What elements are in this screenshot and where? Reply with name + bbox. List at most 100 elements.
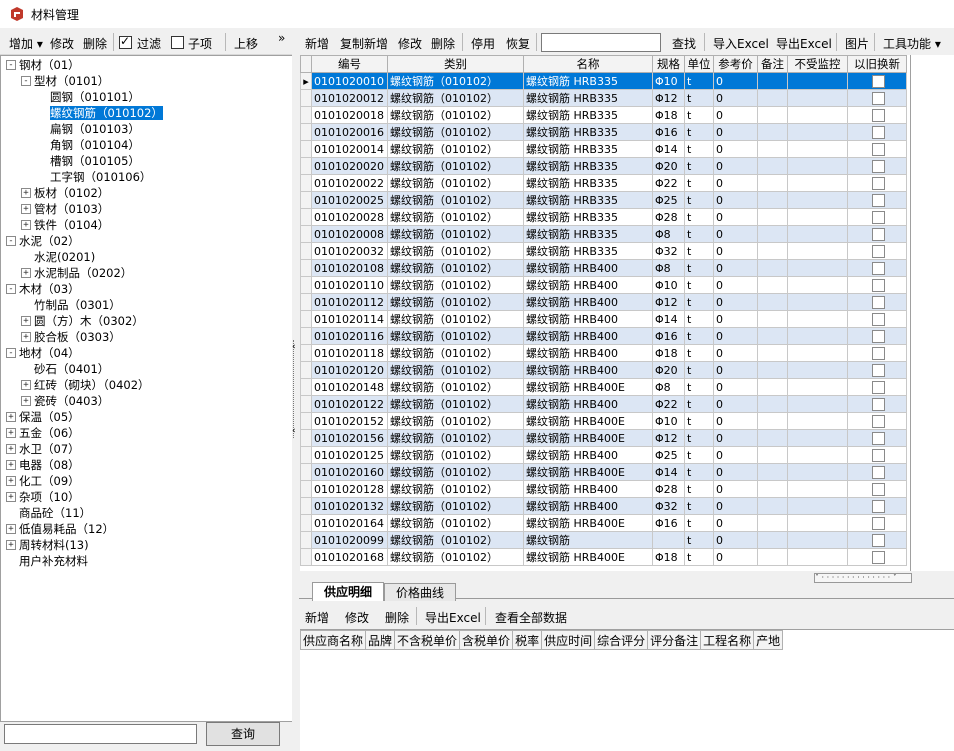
- cell-code[interactable]: 0101020152: [311, 412, 388, 430]
- cell-cat[interactable]: 螺纹钢筋（010102）: [387, 446, 524, 464]
- cell-spec[interactable]: Φ10: [652, 72, 685, 90]
- cell-price[interactable]: 0: [713, 191, 758, 209]
- cell-note[interactable]: [757, 276, 788, 294]
- cell-unmonitored[interactable]: [787, 174, 848, 192]
- cell-unit[interactable]: t: [684, 106, 714, 124]
- row-indicator[interactable]: [300, 497, 312, 515]
- trade-in-checkbox[interactable]: [871, 210, 885, 224]
- expand-icon[interactable]: +: [21, 380, 31, 390]
- cell-price[interactable]: 0: [713, 310, 758, 328]
- row-indicator[interactable]: [300, 174, 312, 192]
- tree-node[interactable]: 铁件（0104）: [34, 217, 109, 233]
- trade-in-checkbox[interactable]: [871, 278, 885, 292]
- row-indicator[interactable]: [300, 89, 312, 107]
- tree-node[interactable]: 扁钢（010103）: [50, 121, 140, 137]
- row-indicator[interactable]: [300, 429, 312, 447]
- cell-price[interactable]: 0: [713, 327, 758, 345]
- cell-note[interactable]: [757, 548, 788, 566]
- cell-name[interactable]: 螺纹钢筋 HRB335: [523, 72, 653, 90]
- copy-new-button[interactable]: 复制新增: [340, 35, 388, 52]
- cell-cat[interactable]: 螺纹钢筋（010102）: [387, 259, 524, 277]
- cell-unit[interactable]: t: [684, 514, 714, 532]
- cell-name[interactable]: 螺纹钢筋 HRB335: [523, 106, 653, 124]
- cell-cat[interactable]: 螺纹钢筋（010102）: [387, 225, 524, 243]
- table-row[interactable]: ▸ 0101020010 螺纹钢筋（010102） 螺纹钢筋 HRB335 Φ10 t 0: [300, 72, 907, 90]
- table-row[interactable]: 0101020116 螺纹钢筋（010102） 螺纹钢筋 HRB400 Φ16 t 0: [300, 327, 907, 345]
- cell-name[interactable]: 螺纹钢筋 HRB400E: [523, 429, 653, 447]
- cell-unmonitored[interactable]: [787, 446, 848, 464]
- cell-unit[interactable]: t: [684, 89, 714, 107]
- cell-unmonitored[interactable]: [787, 106, 848, 124]
- table-row[interactable]: 0101020120 螺纹钢筋（010102） 螺纹钢筋 HRB400 Φ20 t 0: [300, 361, 907, 379]
- cell-cat[interactable]: 螺纹钢筋（010102）: [387, 157, 524, 175]
- cell-note[interactable]: [757, 429, 788, 447]
- cell-code[interactable]: 0101020120: [311, 361, 388, 379]
- cell-cat[interactable]: 螺纹钢筋（010102）: [387, 480, 524, 498]
- row-indicator[interactable]: [300, 310, 312, 328]
- tree-node[interactable]: 杂项（10）: [19, 489, 80, 505]
- cell-unit[interactable]: t: [684, 531, 714, 549]
- find-input[interactable]: [541, 33, 661, 52]
- cell-price[interactable]: 0: [713, 463, 758, 481]
- expand-icon[interactable]: +: [21, 396, 31, 406]
- cell-note[interactable]: [757, 327, 788, 345]
- cell-spec[interactable]: Φ8: [652, 259, 685, 277]
- cell-name[interactable]: 螺纹钢筋 HRB335: [523, 174, 653, 192]
- tree-node[interactable]: 瓷砖（0403）: [34, 393, 109, 409]
- cell-spec[interactable]: Φ18: [652, 106, 685, 124]
- cell-spec[interactable]: Φ32: [652, 497, 685, 515]
- supply-grid[interactable]: 供应商名称 品牌 不含税单价 含税单价 税率 供应时间 综合评分 评分备注 工程名称 产地: [299, 629, 954, 751]
- search-input[interactable]: [4, 724, 197, 744]
- cell-unit[interactable]: t: [684, 480, 714, 498]
- cell-code[interactable]: 0101020022: [311, 174, 388, 192]
- cell-spec[interactable]: Φ22: [652, 174, 685, 192]
- cell-cat[interactable]: 螺纹钢筋（010102）: [387, 395, 524, 413]
- tree-node[interactable]: 竹制品（0301）: [34, 297, 121, 313]
- cell-unit[interactable]: t: [684, 497, 714, 515]
- cell-cat[interactable]: 螺纹钢筋（010102）: [387, 327, 524, 345]
- cell-code[interactable]: 0101020108: [311, 259, 388, 277]
- trade-in-checkbox[interactable]: [871, 125, 885, 139]
- tree-node[interactable]: 电器（08）: [19, 457, 80, 473]
- cell-unit[interactable]: t: [684, 463, 714, 481]
- row-indicator[interactable]: [300, 327, 312, 345]
- cell-unmonitored[interactable]: [787, 429, 848, 447]
- cell-note[interactable]: [757, 140, 788, 158]
- row-indicator[interactable]: [300, 259, 312, 277]
- cell-cat[interactable]: 螺纹钢筋（010102）: [387, 378, 524, 396]
- expand-icon[interactable]: +: [21, 220, 31, 230]
- cell-cat[interactable]: 螺纹钢筋（010102）: [387, 140, 524, 158]
- expand-icon[interactable]: +: [21, 268, 31, 278]
- table-row[interactable]: 0101020018 螺纹钢筋（010102） 螺纹钢筋 HRB335 Φ18 t 0: [300, 106, 907, 124]
- cell-price[interactable]: 0: [713, 123, 758, 141]
- tree-node[interactable]: 水泥(0201): [34, 249, 95, 265]
- cell-cat[interactable]: 螺纹钢筋（010102）: [387, 242, 524, 260]
- column-header[interactable]: 类别: [387, 55, 524, 73]
- table-row[interactable]: 0101020118 螺纹钢筋（010102） 螺纹钢筋 HRB400 Φ18 t 0: [300, 344, 907, 362]
- row-indicator[interactable]: [300, 157, 312, 175]
- trade-in-checkbox[interactable]: [871, 448, 885, 462]
- cell-name[interactable]: 螺纹钢筋 HRB400: [523, 480, 653, 498]
- cell-cat[interactable]: 螺纹钢筋（010102）: [387, 208, 524, 226]
- cell-unmonitored[interactable]: [787, 310, 848, 328]
- row-indicator[interactable]: [300, 225, 312, 243]
- tree-node[interactable]: 水泥制品（0202）: [34, 265, 132, 281]
- cell-spec[interactable]: Φ8: [652, 378, 685, 396]
- cell-spec[interactable]: Φ32: [652, 242, 685, 260]
- tree-node[interactable]: 商品砼（11）: [19, 505, 91, 521]
- row-indicator[interactable]: [300, 361, 312, 379]
- cell-unmonitored[interactable]: [787, 361, 848, 379]
- cell-name[interactable]: 螺纹钢筋 HRB335: [523, 242, 653, 260]
- cell-price[interactable]: 0: [713, 72, 758, 90]
- supply-column-header[interactable]: 品牌: [365, 630, 396, 650]
- cell-name[interactable]: 螺纹钢筋 HRB335: [523, 208, 653, 226]
- cell-spec[interactable]: Φ16: [652, 123, 685, 141]
- cell-unmonitored[interactable]: [787, 140, 848, 158]
- supply-column-header[interactable]: 产地: [753, 630, 784, 650]
- children-checkbox[interactable]: [171, 36, 184, 49]
- supply-column-header[interactable]: 不含税单价: [394, 630, 461, 650]
- new-button[interactable]: 新增: [305, 35, 329, 52]
- import-excel-button[interactable]: 导入Excel: [713, 35, 769, 52]
- cell-cat[interactable]: 螺纹钢筋（010102）: [387, 463, 524, 481]
- cell-code[interactable]: 0101020016: [311, 123, 388, 141]
